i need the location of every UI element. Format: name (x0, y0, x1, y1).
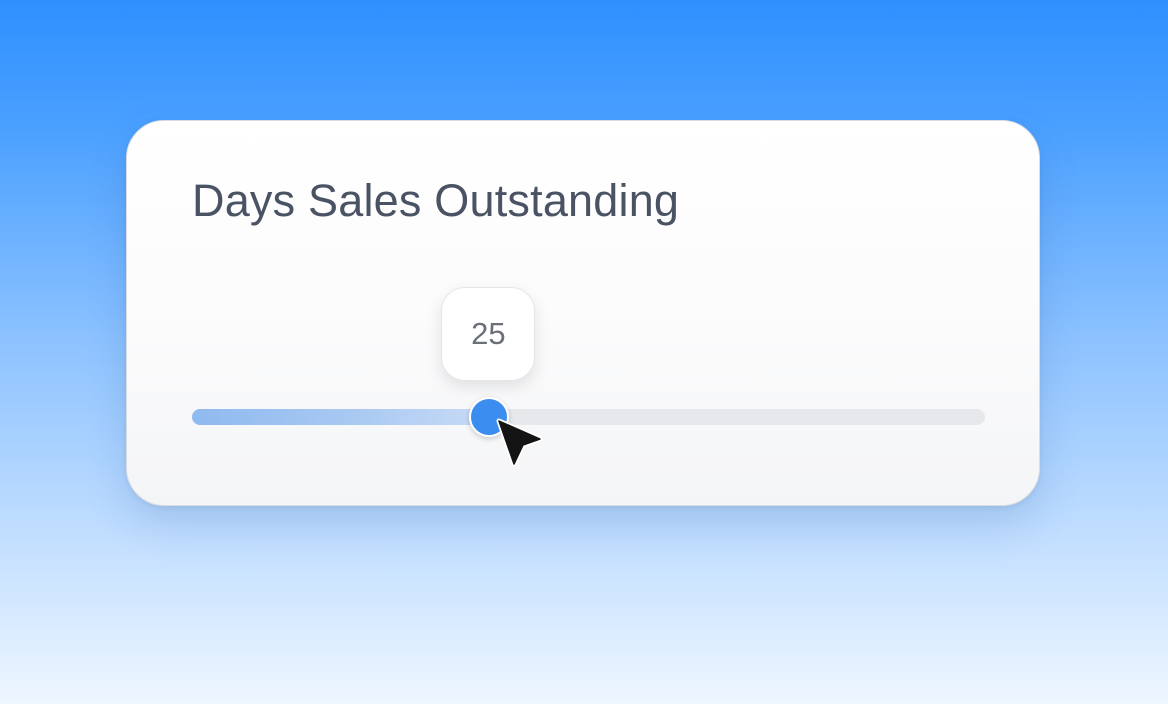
slider-card: Days Sales Outstanding 25 (126, 120, 1040, 506)
days-sales-outstanding-slider[interactable]: 25 (192, 287, 985, 437)
slider-thumb[interactable] (469, 397, 510, 437)
slider-fill (192, 409, 490, 425)
card-title: Days Sales Outstanding (192, 175, 680, 226)
slider-value-tooltip: 25 (441, 287, 536, 381)
